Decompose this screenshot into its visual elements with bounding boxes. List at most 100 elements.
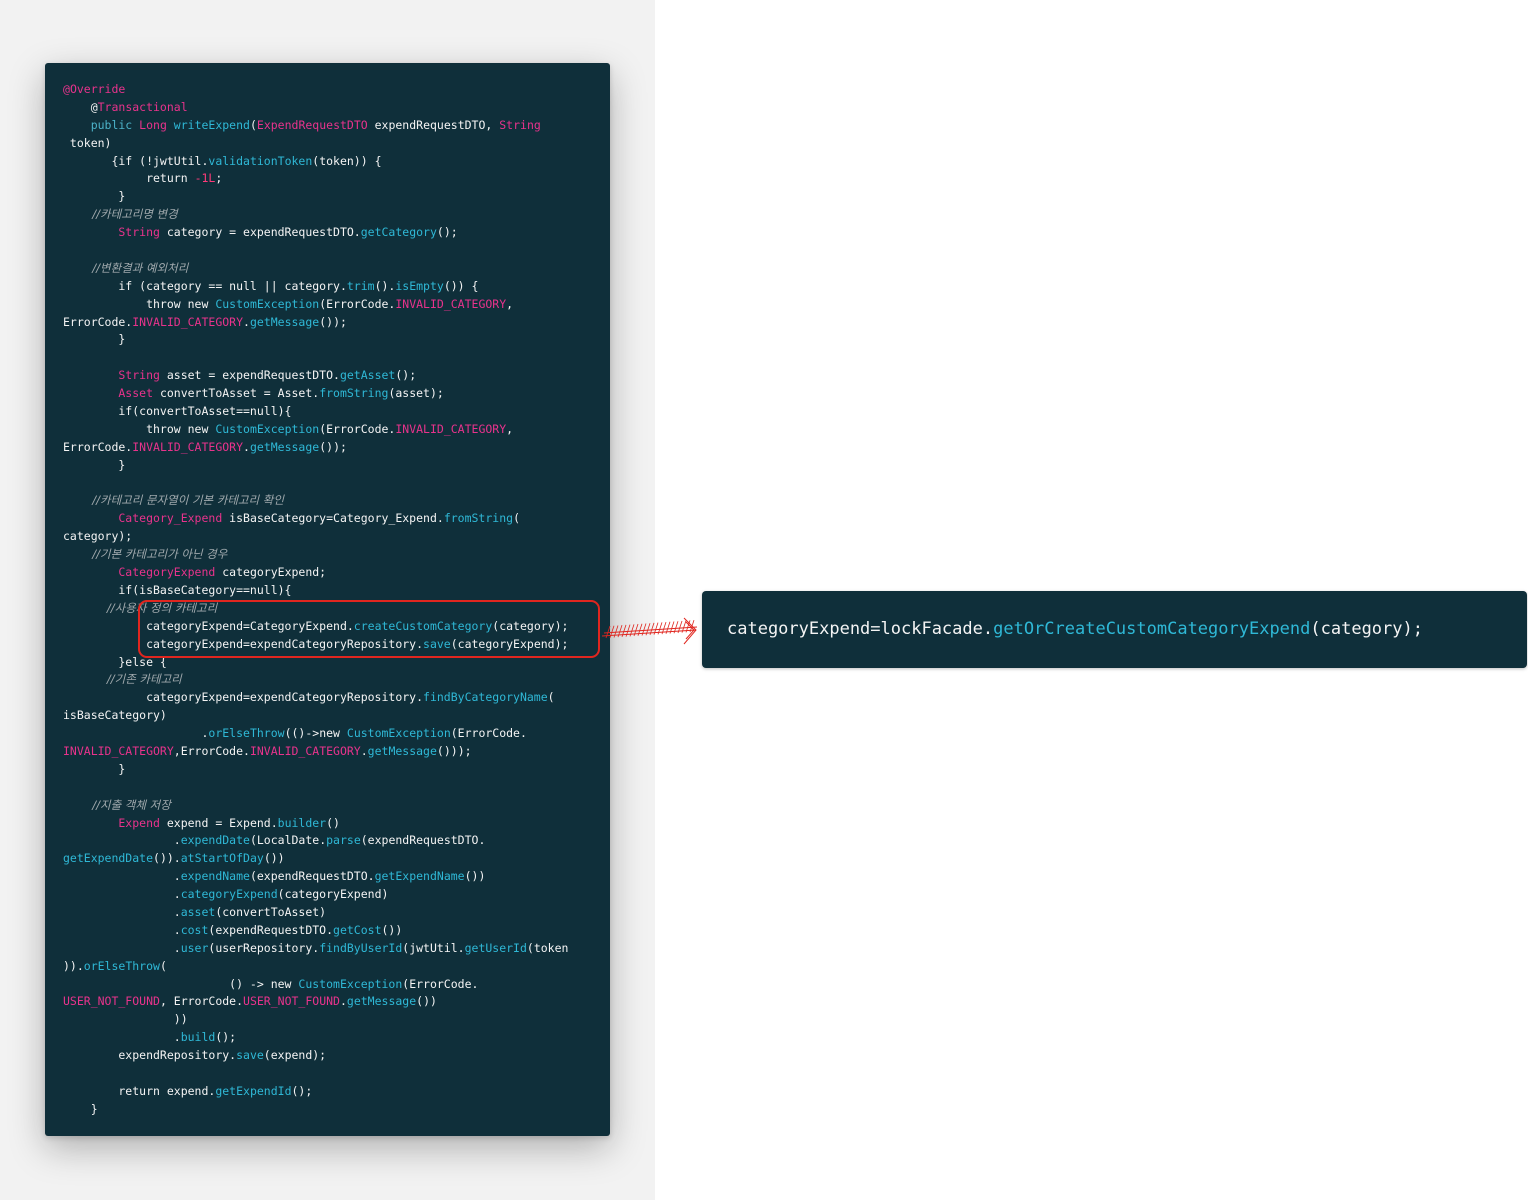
code-token: INVALID_CATEGORY: [132, 314, 244, 329]
code-token: ()): [416, 994, 437, 1009]
code-line: isBaseCategory): [63, 707, 568, 725]
code-line: INVALID_CATEGORY,ErrorCode.INVALID_CATEG…: [63, 743, 568, 761]
code-token: INVALID_CATEGORY: [63, 743, 174, 758]
code-token: (: [513, 511, 520, 526]
code-token: )): [63, 1012, 188, 1027]
code-token: ();: [395, 368, 417, 383]
code-line: .categoryExpend(categoryExpend): [63, 886, 568, 904]
code-token: }: [63, 761, 126, 776]
code-token: ,: [506, 421, 514, 436]
code-token: orElseThrow: [83, 958, 160, 973]
code-line: @Transactional: [63, 99, 568, 117]
code-line: return expend.getExpendId();: [63, 1083, 568, 1101]
code-token: INVALID_CATEGORY: [395, 296, 507, 311]
code-token: )).: [63, 958, 84, 973]
code-token: (): [326, 815, 340, 830]
code-token: ();: [215, 1030, 237, 1045]
code-line: CategoryExpend categoryExpend;: [63, 564, 568, 582]
code-token: getCost: [333, 922, 382, 937]
code-token: ()).: [153, 851, 181, 866]
code-token: ()): [263, 851, 285, 866]
code-token: CustomException: [298, 976, 403, 991]
code-token: .: [63, 940, 181, 955]
code-token: throw new: [63, 421, 216, 436]
code-line: categoryExpend=expendCategoryRepository.…: [63, 689, 568, 707]
code-token: asset: [180, 904, 216, 919]
code-token: writeExpend: [173, 117, 250, 132]
code-line: String asset = expendRequestDTO.getAsset…: [63, 367, 568, 385]
code-line: token): [63, 135, 568, 153]
code-token: fromString: [443, 511, 514, 526]
code-line: }: [63, 331, 568, 349]
code-token: USER_NOT_FOUND: [63, 994, 160, 1009]
connector-arrow-icon: [601, 617, 698, 645]
code-line: expendRepository.save(expend);: [63, 1047, 568, 1065]
code-token: .: [63, 1030, 181, 1045]
code-line: public Long writeExpend(ExpendRequestDTO…: [63, 117, 568, 135]
code-line: //기존 카테고리: [63, 671, 568, 689]
code-token: .: [63, 904, 181, 919]
code-token: String: [499, 117, 541, 132]
code-token: isBaseCategory): [63, 708, 167, 723]
code-token: }: [63, 457, 126, 472]
code-token: (()->new: [284, 726, 347, 741]
code-token: (token: [526, 940, 569, 955]
code-line: .user(userRepository.findByUserId(jwtUti…: [63, 940, 569, 958]
code-token: .: [360, 743, 368, 758]
code-token: getMessage: [367, 743, 437, 758]
code-token: (expendRequestDTO.: [360, 833, 486, 848]
code-token: return expend.: [63, 1083, 216, 1098]
code-token: expend = Expend.: [159, 815, 278, 830]
code-token: ()): [381, 922, 403, 937]
code-token: category = expendRequestDTO.: [159, 225, 361, 240]
code-line: }: [63, 761, 568, 779]
code-token: .: [63, 726, 209, 741]
code-token: Override: [69, 82, 126, 96]
code-token: getExpendId: [215, 1083, 292, 1098]
code-line: USER_NOT_FOUND, ErrorCode.USER_NOT_FOUND…: [63, 993, 568, 1011]
code-token: (ErrorCode.: [402, 976, 479, 991]
code-token: Asset: [63, 386, 154, 401]
code-token: ().: [374, 278, 396, 293]
code-token: cost: [180, 922, 209, 937]
code-line: category);: [63, 528, 568, 546]
code-token: if(isBaseCategory==null){: [63, 582, 292, 597]
code-token: CustomException: [215, 421, 320, 436]
code-token: -1L: [194, 171, 216, 186]
code-line: .build();: [63, 1029, 568, 1047]
code-line: //카테고리 문자열이 기본 카테고리 확인: [63, 492, 568, 510]
code-token: categoryExpend;: [215, 565, 327, 580]
code-token: }: [63, 332, 126, 347]
code-token: build: [180, 1030, 216, 1045]
code-token: ();: [436, 225, 458, 240]
code-token: categoryExpend=lockFacade.: [727, 619, 994, 639]
code-token: () -> new: [63, 976, 299, 991]
code-line: //지출 객체 저장: [63, 797, 568, 815]
code-token: validationToken: [208, 153, 313, 168]
code-token: (jwtUtil.: [402, 940, 465, 955]
code-token: Expend: [63, 815, 160, 830]
code-token: .: [63, 869, 181, 884]
code-line: .orElseThrow(()->new CustomException(Err…: [63, 725, 568, 743]
code-token: getOrCreateCustomCategoryExpend: [993, 619, 1311, 639]
code-token: atStartOfDay: [180, 851, 264, 866]
code-line: () -> new CustomException(ErrorCode.: [63, 976, 568, 994]
code-token: Category_Expend: [63, 511, 223, 526]
code-token: if (category == null || category.: [63, 278, 347, 293]
code-token: fromString: [319, 386, 389, 401]
code-line: )).orElseThrow(: [63, 958, 568, 976]
code-line: //카테고리명 변경: [63, 206, 568, 224]
code-token: CustomException: [215, 296, 320, 311]
code-line: //변환결과 예외처리: [63, 260, 568, 278]
code-token: orElseThrow: [208, 726, 285, 741]
code-token: ,ErrorCode.: [173, 743, 250, 758]
code-token: asset = expendRequestDTO.: [159, 368, 340, 383]
code-line: getExpendDate()).atStartOfDay()): [63, 850, 568, 868]
highlight-box: [138, 600, 600, 658]
code-line: ErrorCode.INVALID_CATEGORY.getMessage())…: [63, 439, 568, 457]
code-token: (: [249, 117, 257, 132]
code-line: }: [63, 1101, 568, 1119]
code-token: (ErrorCode.: [450, 726, 527, 741]
